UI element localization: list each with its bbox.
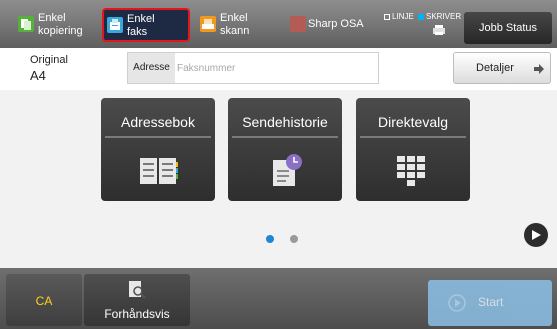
preview-button[interactable]: Forhåndsvis	[84, 274, 190, 326]
address-book-button[interactable]: Adressebok	[101, 98, 215, 201]
top-bar: Enkel kopiering Enkel faks Enkel skann S…	[0, 0, 557, 48]
direct-entry-button[interactable]: Direktevalg	[356, 98, 470, 201]
tab-easy-fax-label-2: faks	[127, 26, 148, 38]
direct-entry-label: Direktevalg	[377, 114, 449, 130]
next-page-button[interactable]	[524, 223, 548, 247]
tab-easy-copy-label-2: kopiering	[38, 25, 83, 37]
printer-status-square-icon	[418, 13, 424, 20]
line-status-square-icon	[384, 13, 390, 20]
play-icon	[532, 230, 541, 240]
start-label: Start	[478, 295, 504, 309]
divider	[360, 136, 466, 138]
bottom-bar: CA Forhåndsvis Start	[0, 268, 557, 329]
tab-easy-fax[interactable]: Enkel faks	[102, 8, 190, 42]
arrow-right-icon	[534, 64, 544, 74]
original-label: Original	[30, 54, 68, 66]
address-label: Adresse	[128, 53, 175, 83]
copy-icon	[18, 16, 34, 32]
address-book-label: Adressebok	[121, 114, 195, 130]
original-size-value[interactable]: A4	[30, 68, 46, 83]
scan-icon	[200, 16, 216, 32]
preview-label: Forhåndsvis	[104, 307, 170, 321]
details-button[interactable]: Detaljer	[453, 52, 551, 84]
tab-easy-copy[interactable]: Enkel kopiering	[14, 8, 96, 42]
fax-number-input[interactable]	[177, 53, 377, 83]
sharp-osa-label: Sharp OSA	[308, 18, 364, 30]
printer-status-indicator: SKRIVER	[418, 12, 461, 21]
tab-easy-scan-label-2: skann	[220, 25, 250, 37]
line-status-label: LINJE	[392, 12, 414, 21]
line-status-indicator: LINJE	[384, 12, 414, 21]
details-button-label: Detaljer	[476, 62, 514, 74]
sharp-osa-button[interactable]: Sharp OSA	[290, 10, 380, 38]
start-icon	[448, 294, 466, 312]
fax-icon	[107, 17, 123, 33]
printer-icon	[433, 25, 445, 35]
clear-all-button[interactable]: CA	[6, 274, 82, 326]
address-book-icon	[140, 158, 178, 184]
page-dot[interactable]	[290, 235, 298, 243]
start-button[interactable]: Start	[428, 280, 552, 326]
send-history-label: Sendehistorie	[242, 114, 328, 130]
page-dot-active[interactable]	[266, 235, 274, 243]
job-status-button[interactable]: Jobb Status	[464, 12, 552, 44]
keypad-icon	[397, 156, 425, 186]
tab-easy-scan[interactable]: Enkel skann	[196, 8, 278, 42]
printer-status-label: SKRIVER	[426, 12, 462, 21]
tab-easy-fax-label-1: Enkel	[127, 13, 155, 25]
address-field[interactable]: Adresse	[127, 52, 379, 84]
preview-magnifier-icon	[129, 281, 146, 299]
fax-screen: Enkel kopiering Enkel faks Enkel skann S…	[0, 0, 557, 329]
tab-easy-scan-label-1: Enkel	[220, 12, 248, 24]
sharp-osa-icon	[290, 16, 306, 32]
clear-all-label: CA	[35, 294, 53, 308]
send-history-button[interactable]: Sendehistorie	[228, 98, 342, 201]
divider	[232, 136, 338, 138]
tab-easy-copy-label-1: Enkel	[38, 12, 66, 24]
send-history-icon	[273, 154, 302, 186]
divider	[105, 136, 211, 138]
